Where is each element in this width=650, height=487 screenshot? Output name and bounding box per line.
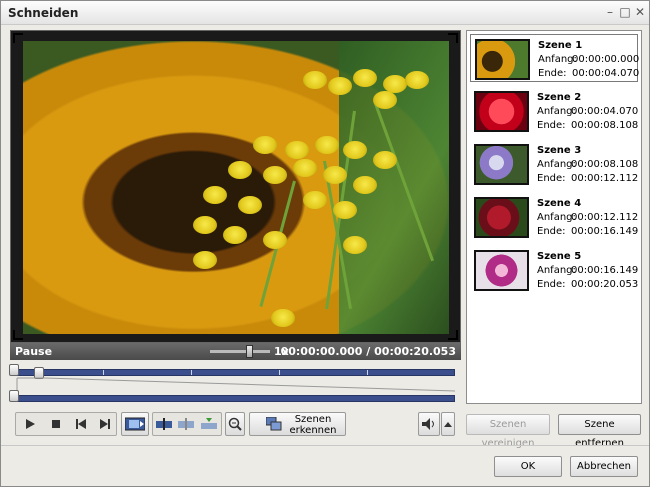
set-start-button[interactable] xyxy=(176,413,196,435)
footer-separator xyxy=(1,445,649,446)
set-end-icon xyxy=(201,418,217,429)
volume-dropdown[interactable] xyxy=(441,412,455,436)
scene-item[interactable]: Szene 4 Anfang: 00:00:12.112 Ende: 00:00… xyxy=(470,193,638,241)
scene-end-label: Ende: xyxy=(538,68,567,79)
playback-state: Pause xyxy=(15,345,53,358)
scene-title: Szene 2 xyxy=(537,92,582,103)
previous-icon xyxy=(76,419,86,429)
set-end-button[interactable] xyxy=(198,413,220,435)
scene-list[interactable]: Szene 1 Anfang: 00:00:00.000 Ende: 00:00… xyxy=(466,30,642,404)
scene-start: 00:00:12.112 xyxy=(571,212,639,223)
video-frame-image xyxy=(23,41,449,334)
zoom-indicator xyxy=(16,377,455,395)
remove-scene-button[interactable]: Szene entfernen xyxy=(558,414,641,449)
scene-title: Szene 1 xyxy=(538,40,583,51)
scene-start: 00:00:08.108 xyxy=(571,159,639,170)
scene-item[interactable]: Szene 3 Anfang: 00:00:08.108 Ende: 00:00… xyxy=(470,140,638,188)
film-icon xyxy=(125,417,145,431)
video-preview[interactable] xyxy=(10,30,461,343)
close-icon[interactable]: ✕ xyxy=(633,5,647,19)
scene-thumbnail xyxy=(474,144,529,185)
scene-start: 00:00:00.000 xyxy=(572,54,640,65)
speed-slider-handle[interactable] xyxy=(246,345,253,358)
ok-button[interactable]: OK xyxy=(494,456,562,477)
speed-slider[interactable] xyxy=(210,350,270,353)
scene-end: 00:00:20.053 xyxy=(571,279,639,290)
scene-item[interactable]: Szene 2 Anfang: 00:00:04.070 Ende: 00:00… xyxy=(470,87,638,135)
play-icon xyxy=(26,419,35,429)
split-scene-button[interactable] xyxy=(154,413,174,435)
next-icon xyxy=(100,419,110,429)
scene-title: Szene 5 xyxy=(537,251,582,262)
scene-title: Szene 3 xyxy=(537,145,582,156)
maximize-icon[interactable]: □ xyxy=(618,5,632,19)
next-button[interactable] xyxy=(94,413,116,435)
overview-marker[interactable] xyxy=(9,390,19,402)
cut-window: Schneiden – □ ✕ Pause 1x 00:00:00.000 / … xyxy=(0,0,650,487)
detect-scenes-icon xyxy=(266,417,282,431)
stop-button[interactable] xyxy=(44,413,68,435)
scene-end-label: Ende: xyxy=(537,173,566,184)
set-start-icon xyxy=(178,418,194,430)
playback-status-bar: Pause 1x 00:00:00.000 / 00:00:20.053 xyxy=(10,343,461,360)
scene-start: 00:00:16.149 xyxy=(571,265,639,276)
stop-icon xyxy=(52,420,60,428)
speaker-icon xyxy=(422,418,434,430)
detect-scenes-label: Szenen erkennen xyxy=(289,414,337,436)
scene-end-label: Ende: xyxy=(537,226,566,237)
window-title: Schneiden xyxy=(8,6,79,20)
minimize-icon[interactable]: – xyxy=(603,5,617,19)
scene-start: 00:00:04.070 xyxy=(571,106,639,117)
scene-thumbnail xyxy=(474,197,529,238)
scene-item[interactable]: Szene 1 Anfang: 00:00:00.000 Ende: 00:00… xyxy=(470,34,640,82)
play-button[interactable] xyxy=(18,413,42,435)
title-bar: Schneiden – □ ✕ xyxy=(1,1,649,25)
volume-button[interactable] xyxy=(418,412,440,436)
time-readout: 00:00:00.000 / 00:00:20.053 xyxy=(280,345,456,358)
split-icon xyxy=(156,418,172,430)
cancel-button[interactable]: Abbrechen xyxy=(570,456,638,477)
scene-thumbnail xyxy=(474,91,529,132)
scene-thumbnail xyxy=(475,39,530,80)
scene-end: 00:00:16.149 xyxy=(571,226,639,237)
overview-timeline[interactable] xyxy=(15,395,455,402)
scene-thumbnail xyxy=(474,250,529,291)
zoom-out-icon xyxy=(228,417,242,431)
scene-view-button[interactable] xyxy=(121,412,149,436)
scene-end: 00:00:04.070 xyxy=(572,68,640,79)
merge-scenes-button[interactable]: Szenen vereinigen xyxy=(466,414,550,449)
scene-item[interactable]: Szene 5 Anfang: 00:00:16.149 Ende: 00:00… xyxy=(470,246,638,294)
scene-end: 00:00:12.112 xyxy=(571,173,639,184)
scene-title: Szene 4 xyxy=(537,198,582,209)
scene-end-label: Ende: xyxy=(537,279,566,290)
scene-end-label: Ende: xyxy=(537,120,566,131)
detect-scenes-button[interactable]: Szenen erkennen xyxy=(249,412,346,436)
previous-button[interactable] xyxy=(70,413,92,435)
scene-end: 00:00:08.108 xyxy=(571,120,639,131)
chevron-up-icon xyxy=(444,422,452,427)
zoom-button[interactable] xyxy=(225,412,245,436)
